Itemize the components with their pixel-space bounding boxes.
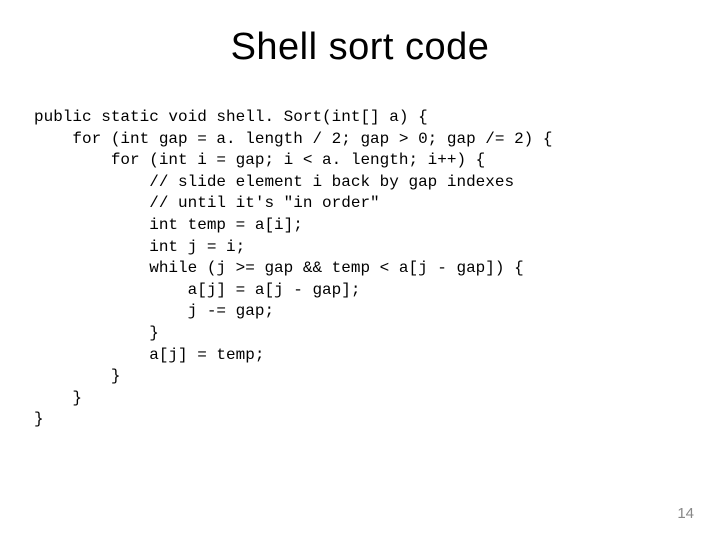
code-line: } — [34, 389, 82, 407]
code-line: public static void shell. Sort(int[] a) … — [34, 108, 428, 126]
code-line: } — [34, 324, 159, 342]
slide: Shell sort code public static void shell… — [0, 0, 720, 540]
code-block: public static void shell. Sort(int[] a) … — [34, 107, 720, 431]
code-line: for (int gap = a. length / 2; gap > 0; g… — [34, 130, 552, 148]
code-line: a[j] = a[j - gap]; — [34, 281, 360, 299]
code-line: for (int i = gap; i < a. length; i++) { — [34, 151, 485, 169]
code-line: int j = i; — [34, 238, 245, 256]
code-line: a[j] = temp; — [34, 346, 264, 364]
code-line: // slide element i back by gap indexes — [34, 173, 514, 191]
page-number: 14 — [677, 505, 694, 522]
code-line: int temp = a[i]; — [34, 216, 303, 234]
code-line: } — [34, 410, 44, 428]
code-line: } — [34, 367, 120, 385]
page-title: Shell sort code — [0, 0, 720, 69]
code-line: j -= gap; — [34, 302, 274, 320]
code-line: // until it's "in order" — [34, 194, 380, 212]
code-line: while (j >= gap && temp < a[j - gap]) { — [34, 259, 524, 277]
